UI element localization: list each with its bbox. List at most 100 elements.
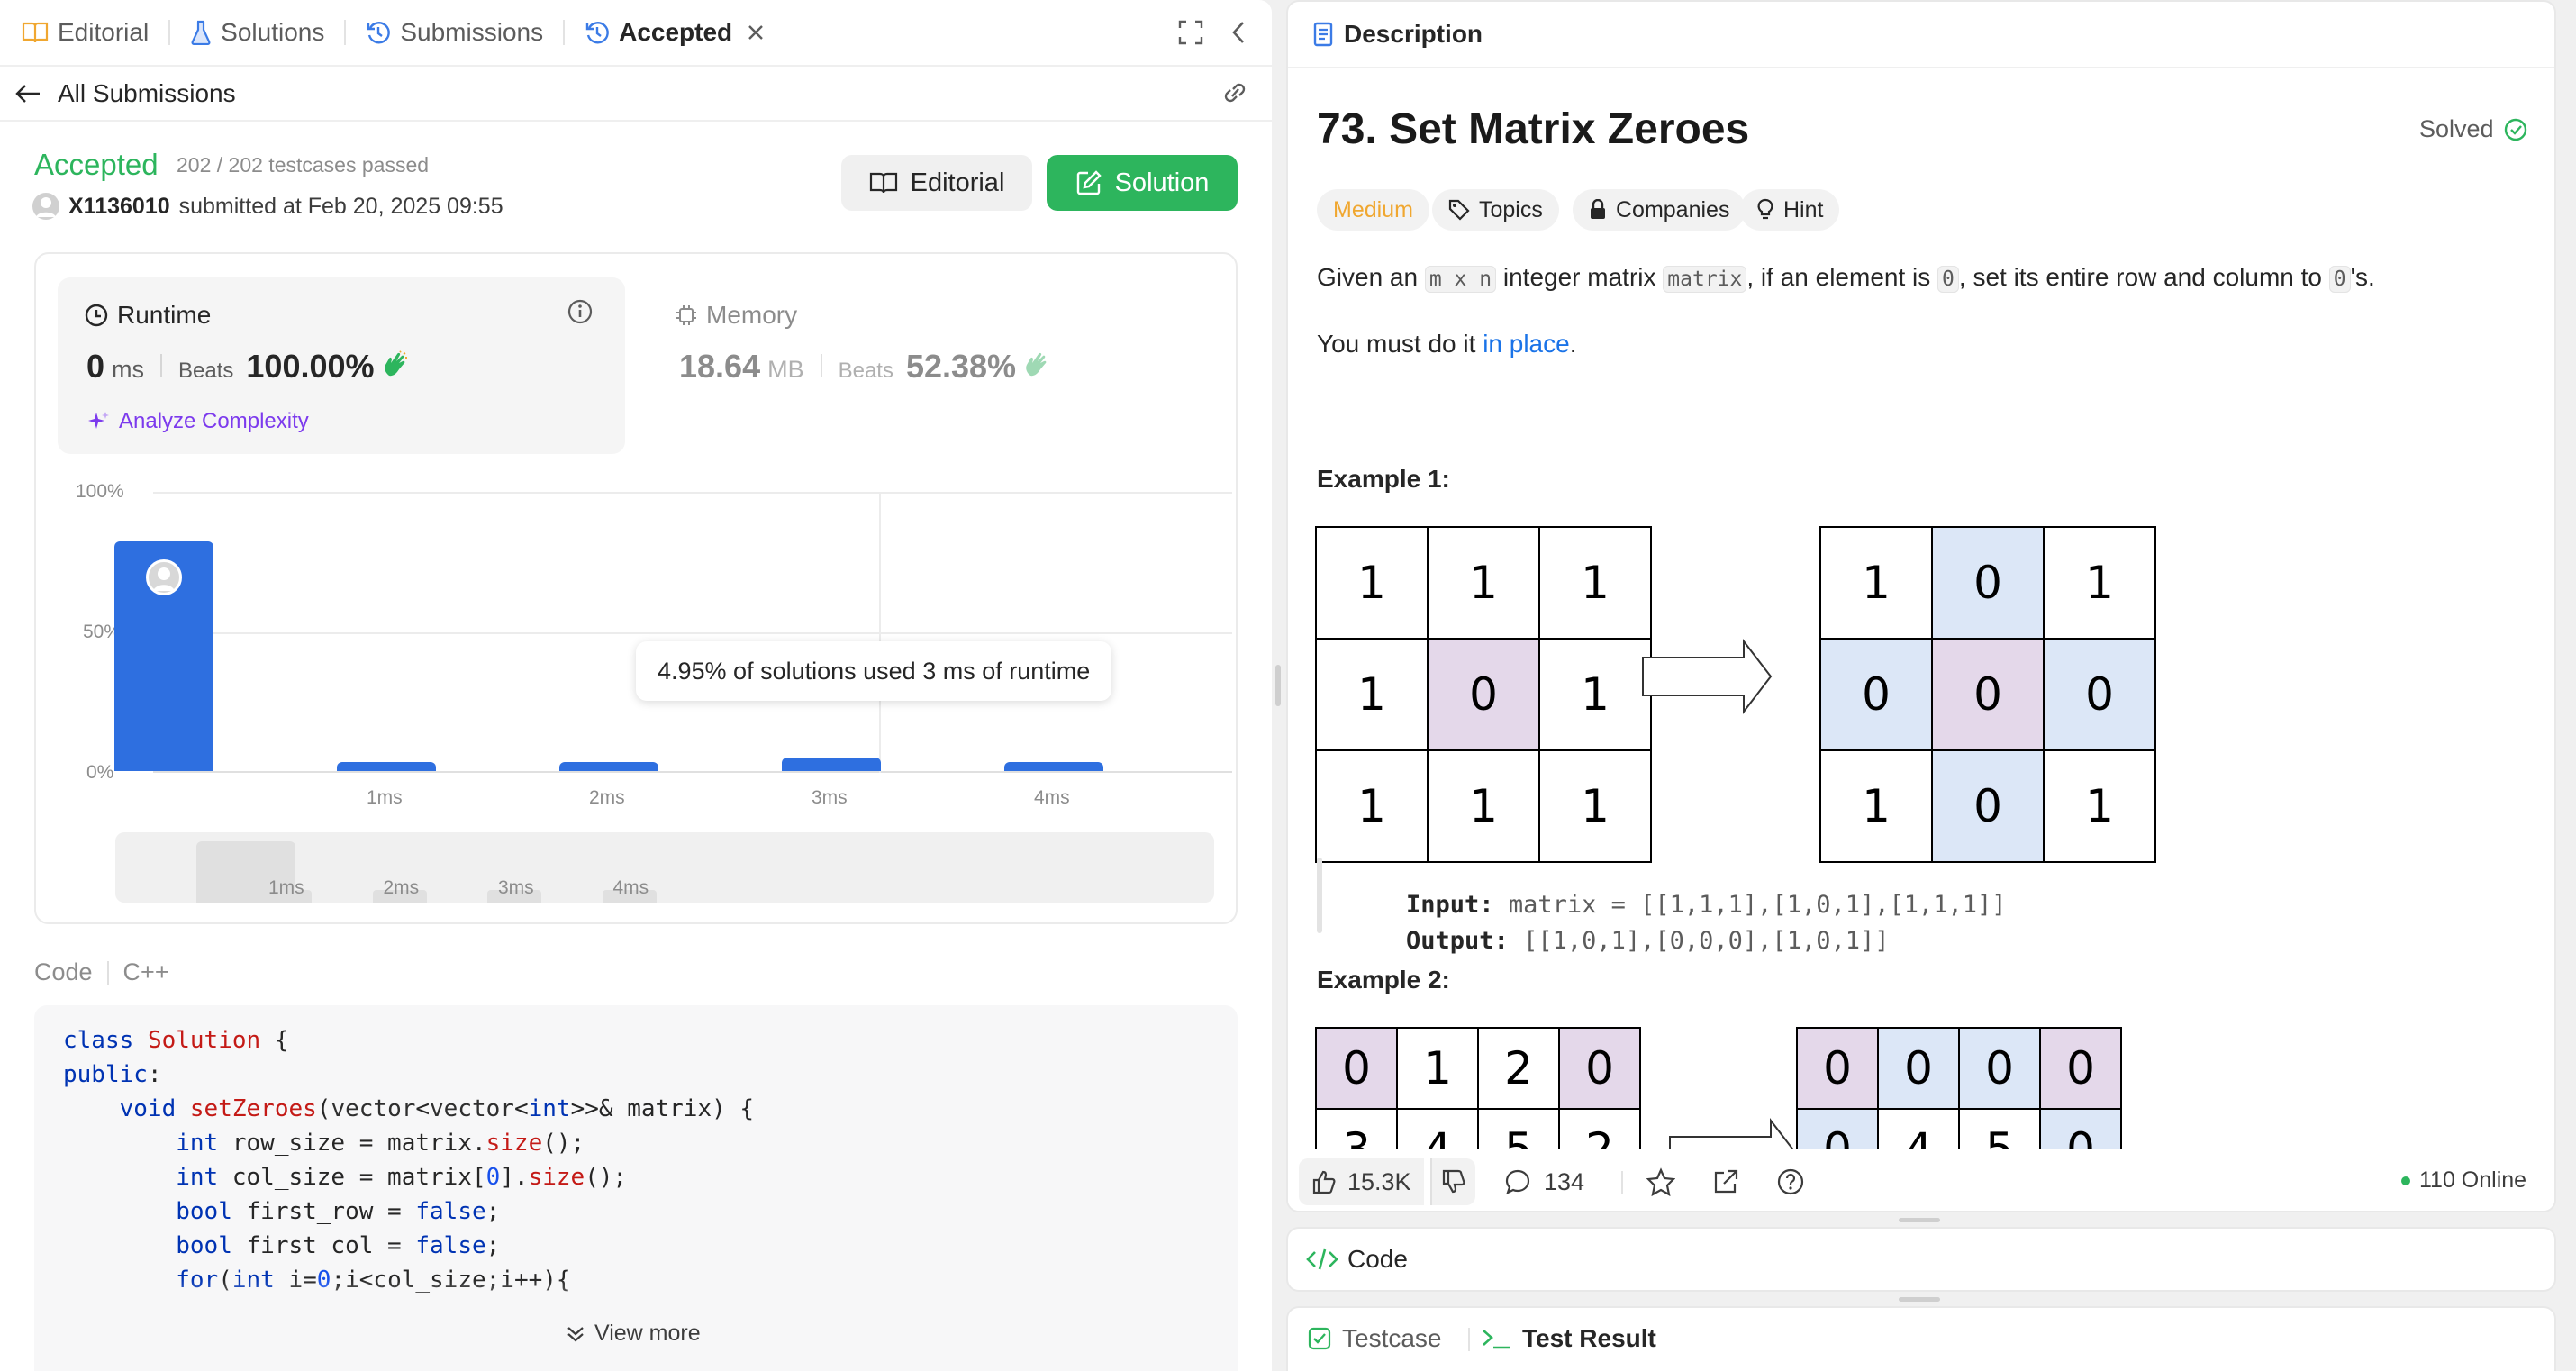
memory-unit: MB bbox=[767, 356, 804, 383]
example-1-title: Example 1: bbox=[1317, 465, 1450, 493]
matrix-cell: 0 bbox=[1931, 526, 2045, 640]
memory-title: Memory bbox=[706, 301, 798, 329]
inline-code: m x n bbox=[1424, 266, 1497, 293]
avatar[interactable] bbox=[32, 193, 59, 220]
tab-testcase[interactable]: Testcase bbox=[1308, 1308, 1442, 1369]
tab-test-result[interactable]: Test Result bbox=[1481, 1308, 1656, 1369]
code-panel[interactable]: Code bbox=[1286, 1227, 2556, 1292]
checkbox-icon bbox=[1308, 1327, 1331, 1350]
code-panel-tab[interactable]: Code bbox=[1306, 1229, 1408, 1290]
back-to-submissions[interactable]: All Submissions bbox=[14, 76, 236, 112]
chart-bar[interactable] bbox=[559, 761, 658, 771]
matrix-cell: 4 bbox=[1877, 1108, 1960, 1149]
lightbulb-icon bbox=[1756, 198, 1774, 222]
chart-bar[interactable] bbox=[337, 762, 436, 771]
value-divider bbox=[160, 354, 163, 377]
back-label: All Submissions bbox=[58, 79, 236, 107]
share-icon[interactable] bbox=[1711, 1167, 1740, 1196]
value-divider bbox=[820, 354, 822, 377]
chart-bar[interactable] bbox=[1004, 762, 1103, 771]
runtime-title: Runtime bbox=[117, 301, 212, 329]
tag-icon bbox=[1448, 199, 1470, 221]
code-line: class Solution { bbox=[63, 1027, 289, 1054]
performance-card: Runtime 0 ms Beats 100.00% Analyze Compl… bbox=[34, 252, 1238, 924]
memory-title-row: Memory bbox=[676, 301, 797, 330]
dislike-button[interactable] bbox=[1430, 1158, 1475, 1205]
chart-range-slider[interactable]: 1ms 2ms 3ms 4ms bbox=[115, 832, 1214, 903]
horizontal-splitter[interactable] bbox=[1899, 1218, 1940, 1222]
editorial-button-label: Editorial bbox=[910, 168, 1005, 197]
terminal-icon bbox=[1481, 1327, 1511, 1350]
tab-editorial[interactable]: Editorial bbox=[9, 0, 161, 65]
tab-divider bbox=[168, 20, 171, 45]
matrix-cell: 1 bbox=[1315, 526, 1429, 640]
runtime-value: 0 bbox=[86, 348, 105, 385]
matrix-cell: 4 bbox=[1396, 1108, 1479, 1149]
footer-divider bbox=[1621, 1171, 1623, 1194]
matrix-cell: 1 bbox=[2043, 526, 2156, 640]
tab-submissions-label: Submissions bbox=[400, 18, 544, 46]
vertical-splitter[interactable] bbox=[1275, 665, 1281, 706]
tab-divider bbox=[563, 20, 566, 45]
tab-submissions[interactable]: Submissions bbox=[353, 0, 556, 65]
in-place-note: You must do it in place. bbox=[1317, 330, 1576, 359]
like-button[interactable]: 15.3K bbox=[1299, 1158, 1424, 1205]
matrix-cell: 0 bbox=[1427, 638, 1540, 751]
hint-tag[interactable]: Hint bbox=[1740, 189, 1840, 231]
code-line: public: bbox=[63, 1061, 162, 1088]
tab-solutions[interactable]: Solutions bbox=[177, 0, 337, 65]
example-1-io-block bbox=[1317, 858, 1322, 933]
matrix-cell: 1 bbox=[1538, 638, 1652, 751]
matrix-cell: 1 bbox=[1819, 526, 1933, 640]
note-text: . bbox=[1569, 330, 1577, 358]
x-tick-label: 1ms bbox=[367, 787, 403, 808]
online-count: 110 Online bbox=[2419, 1167, 2527, 1193]
in-place-link[interactable]: in place bbox=[1483, 330, 1570, 358]
companies-tag[interactable]: Companies bbox=[1573, 189, 1746, 231]
runtime-beats: 100.00% bbox=[246, 348, 375, 385]
statement-text: integer matrix bbox=[1496, 263, 1664, 291]
example-2-area: 01203452 00000450 bbox=[1288, 1027, 2554, 1149]
info-icon[interactable] bbox=[567, 299, 593, 324]
editorial-button[interactable]: Editorial bbox=[841, 155, 1032, 211]
x-tick-label: 3ms bbox=[812, 787, 848, 808]
star-icon[interactable] bbox=[1646, 1167, 1675, 1196]
output-value: [[1,0,1],[0,0,0],[1,0,1]] bbox=[1523, 927, 1890, 955]
solution-button[interactable]: Solution bbox=[1047, 155, 1238, 211]
chevrons-down-icon bbox=[566, 1324, 585, 1344]
help-icon[interactable] bbox=[1776, 1167, 1805, 1196]
runtime-distribution-chart[interactable]: 100% 50% 0% 1ms 2ms 3ms 4ms 4.95% of soluti… bbox=[36, 470, 1239, 808]
description-tab[interactable]: Description bbox=[1313, 2, 1483, 67]
link-icon[interactable] bbox=[1220, 79, 1250, 106]
code-header-divider bbox=[106, 960, 109, 985]
example-2-title: Example 2: bbox=[1317, 966, 1450, 994]
description-footer bbox=[1288, 1149, 2554, 1211]
submitter-username[interactable]: X1136010 bbox=[68, 194, 170, 220]
chart-bar[interactable] bbox=[782, 757, 881, 771]
maximize-icon[interactable] bbox=[1178, 20, 1203, 45]
thumbs-down-icon bbox=[1441, 1169, 1466, 1194]
memory-value-row: 18.64 MB Beats 52.38% bbox=[679, 348, 1050, 386]
problem-title[interactable]: 73. Set Matrix Zeroes bbox=[1317, 104, 1749, 154]
testcases-passed: 202 / 202 testcases passed bbox=[177, 153, 430, 177]
tab-accepted[interactable]: Accepted bbox=[572, 0, 777, 65]
lock-icon bbox=[1589, 199, 1607, 221]
statement-text: , if an element is bbox=[1746, 263, 1938, 291]
description-tab-label: Description bbox=[1344, 20, 1483, 48]
statement-text: Given an bbox=[1317, 263, 1425, 291]
tab-editorial-label: Editorial bbox=[58, 18, 150, 46]
matrix-cell: 3 bbox=[1315, 1108, 1398, 1149]
runtime-value-row: 0 ms Beats 100.00% bbox=[86, 348, 409, 386]
analyze-complexity-link[interactable]: Analyze Complexity bbox=[86, 409, 309, 434]
comments-button[interactable]: 134 bbox=[1504, 1158, 1584, 1205]
view-more-button[interactable]: View more bbox=[566, 1321, 701, 1347]
topics-tag[interactable]: Topics bbox=[1432, 189, 1559, 231]
history-icon bbox=[585, 20, 610, 45]
chart-tooltip: 4.95% of solutions used 3 ms of runtime bbox=[636, 641, 1112, 701]
inline-code: 0 bbox=[2328, 266, 2351, 293]
horizontal-splitter[interactable] bbox=[1899, 1297, 1940, 1302]
description-panel: Description 73. Set Matrix Zeroes Solved… bbox=[1286, 0, 2556, 1212]
close-icon[interactable] bbox=[747, 23, 765, 41]
collapse-panel-icon[interactable] bbox=[1230, 20, 1247, 45]
left-tab-bar: Editorial Solutions Submissions Accepted bbox=[0, 0, 777, 65]
